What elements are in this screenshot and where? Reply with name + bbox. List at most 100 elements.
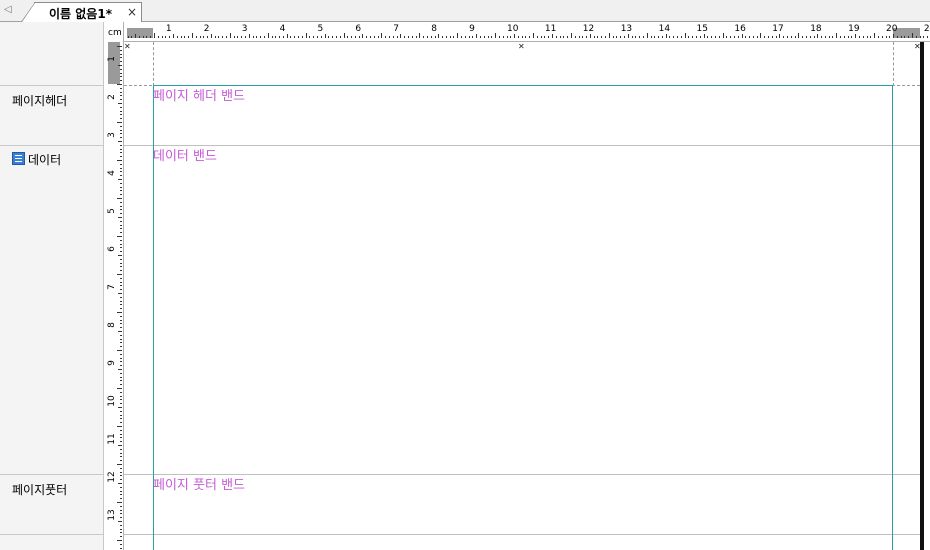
ruler-tick — [120, 353, 122, 355]
ruler-tick — [563, 36, 565, 38]
ruler-tick — [118, 103, 122, 104]
ruler-number: 1 — [107, 56, 117, 62]
ruler-tick — [749, 36, 750, 38]
ruler-tick — [286, 34, 288, 38]
ruler-tick — [120, 296, 122, 298]
ruler-tick — [498, 36, 500, 38]
ruler-tick — [118, 293, 122, 294]
ruler-tick — [118, 65, 122, 66]
ruler-tick — [430, 36, 432, 38]
ruler-tick — [120, 536, 122, 538]
ruler-tick — [635, 36, 637, 38]
ruler-tick — [120, 547, 122, 549]
ruler-tick — [120, 532, 122, 534]
ruler-tick — [332, 36, 334, 38]
printable-area-outline — [153, 85, 893, 550]
ruler-tick — [117, 274, 122, 275]
ruler-tick — [373, 36, 375, 38]
band-label-page-header[interactable]: 페이지헤더 — [12, 92, 67, 109]
ruler-tick — [120, 80, 122, 82]
ruler-tick — [703, 34, 705, 38]
ruler-tick — [836, 33, 838, 38]
ruler-tick — [120, 433, 122, 435]
tab-scroll-left-icon[interactable]: ◁ — [4, 4, 12, 16]
band-label-data[interactable]: 데이터 — [28, 151, 61, 168]
ruler-tick — [335, 36, 337, 38]
ruler-tick — [218, 36, 220, 38]
ruler-tick — [779, 34, 781, 38]
ruler-tick — [904, 36, 906, 38]
ruler-tick — [434, 36, 436, 38]
ruler-tick — [120, 528, 122, 530]
ruler-tick — [760, 33, 762, 38]
margin-handle-icon[interactable]: ✕ — [914, 43, 921, 51]
ruler-tick — [117, 122, 122, 123]
data-band[interactable]: 데이터 밴드 — [153, 145, 217, 164]
horizontal-ruler: 123456789101112131415161718192021 — [124, 22, 930, 42]
ruler-number: 8 — [431, 24, 437, 34]
ruler-tick — [843, 36, 845, 38]
margin-handle-icon[interactable]: ✕ — [124, 43, 131, 51]
ruler-number: 16 — [734, 24, 746, 34]
ruler-tick — [756, 36, 758, 38]
ruler-tick — [684, 33, 686, 38]
ruler-tick — [464, 36, 466, 38]
ruler-tick — [120, 498, 122, 500]
ruler-tick — [877, 36, 879, 38]
ruler-number: 9 — [107, 360, 117, 366]
ruler-tick — [117, 426, 122, 427]
ruler-tick — [120, 418, 122, 420]
ruler-tick — [120, 475, 122, 477]
page-footer-band[interactable]: 페이지 풋터 밴드 — [153, 474, 245, 493]
ruler-tick — [120, 125, 122, 127]
ruler-tick — [214, 36, 216, 38]
ruler-tick — [120, 205, 122, 207]
document-tab[interactable]: 이름 없음1* × — [21, 2, 142, 22]
ruler-tick — [267, 33, 269, 38]
ruler-tick — [737, 36, 739, 38]
ruler-tick — [521, 36, 523, 38]
ruler-tick — [120, 266, 122, 268]
ruler-tick — [385, 36, 387, 38]
margin-handle-icon[interactable]: ✕ — [518, 43, 525, 51]
page-header-band[interactable]: 페이지 헤더 밴드 — [153, 85, 245, 104]
ruler-number: 8 — [107, 322, 117, 328]
ruler-tick — [347, 36, 349, 38]
ruler-tick — [120, 524, 122, 526]
ruler-tick — [483, 36, 485, 38]
ruler-number: 2 — [203, 24, 210, 34]
ruler-tick — [120, 422, 122, 424]
ruler-tick — [120, 175, 122, 177]
ruler-tick — [707, 36, 709, 38]
page-right-edge — [920, 42, 930, 550]
ruler-tick — [120, 479, 122, 481]
ruler-number: 17 — [772, 24, 784, 34]
ruler-tick — [173, 34, 174, 38]
close-icon[interactable]: × — [127, 5, 137, 19]
ruler-tick — [118, 369, 122, 370]
ruler-tick — [730, 36, 732, 38]
ruler-tick — [514, 34, 516, 38]
ruler-tick — [646, 33, 648, 38]
ruler-tick — [722, 33, 724, 38]
ruler-tick — [120, 152, 122, 154]
ruler-number: 20 — [886, 24, 898, 34]
ruler-tick — [294, 36, 296, 38]
ruler-tick — [642, 36, 644, 38]
ruler-tick — [120, 57, 122, 59]
ruler-tick — [120, 471, 122, 473]
ruler-tick — [120, 319, 122, 321]
ruler-number: 11 — [107, 433, 117, 445]
ruler-tick — [120, 452, 122, 454]
ruler-tick — [840, 36, 841, 38]
ruler-tick — [120, 114, 122, 116]
ruler-tick — [120, 118, 122, 120]
ruler-tick — [870, 36, 872, 38]
ruler-tick — [457, 33, 459, 38]
ruler-tick — [699, 36, 701, 38]
band-label-page-footer[interactable]: 페이지풋터 — [12, 481, 67, 498]
ruler-tick — [320, 36, 322, 38]
ruler-tick — [824, 36, 826, 38]
ruler-tick — [305, 33, 307, 38]
ruler-tick — [696, 36, 697, 38]
